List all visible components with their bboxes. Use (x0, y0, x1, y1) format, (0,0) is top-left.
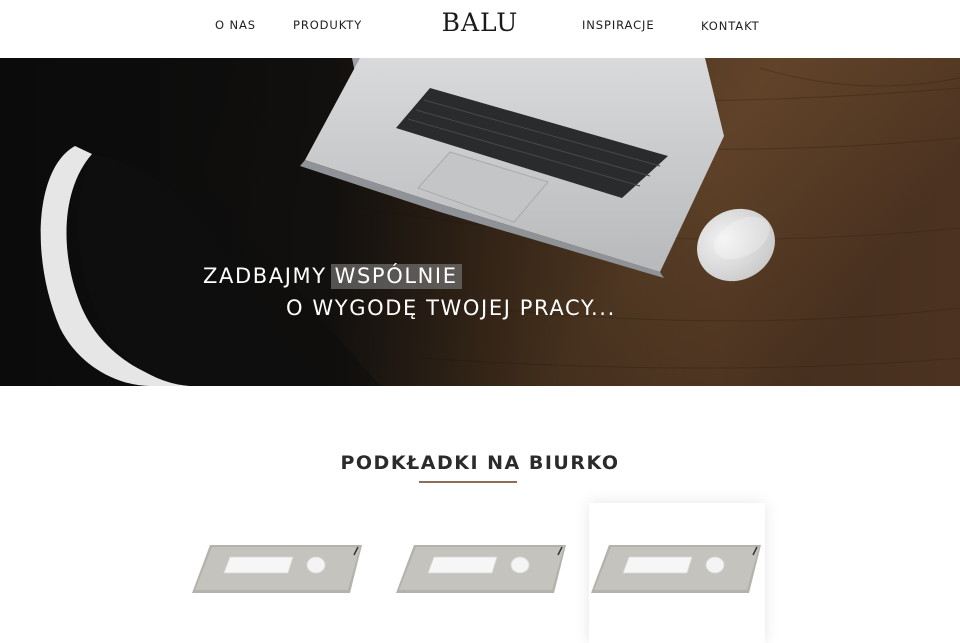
desk-pad-image (192, 545, 362, 593)
nav-link-produkty[interactable]: PRODUKTY (293, 18, 362, 32)
brand-logo[interactable]: BALU (440, 8, 520, 37)
product-card[interactable] (190, 503, 366, 643)
hero-headline-line-2: O WYGODĘ TWOJEJ PRACY... (286, 296, 616, 320)
hero-headline-highlight: WSPÓLNIE (330, 264, 462, 289)
section-title: PODKŁADKI NA BIURKO (340, 452, 620, 474)
desk-pad-image (396, 545, 566, 593)
site-header: O NAS PRODUKTY BALU INSPIRACJE KONTAKT (0, 0, 960, 58)
hero-headline-line-1: ZADBAJMY WSPÓLNIE (203, 264, 462, 289)
product-card-active[interactable] (589, 503, 765, 643)
product-card[interactable] (394, 503, 570, 643)
nav-link-o-nas[interactable]: O NAS (215, 18, 256, 32)
hero-headline-prefix: ZADBAJMY (203, 264, 327, 288)
section-title-underline (419, 481, 517, 483)
nav-link-inspiracje[interactable]: INSPIRACJE (582, 18, 655, 32)
hero-banner: ZADBAJMY WSPÓLNIE O WYGODĘ TWOJEJ PRACY..… (0, 58, 960, 386)
nav-link-kontakt[interactable]: KONTAKT (701, 19, 760, 33)
desk-pad-image (591, 545, 761, 593)
